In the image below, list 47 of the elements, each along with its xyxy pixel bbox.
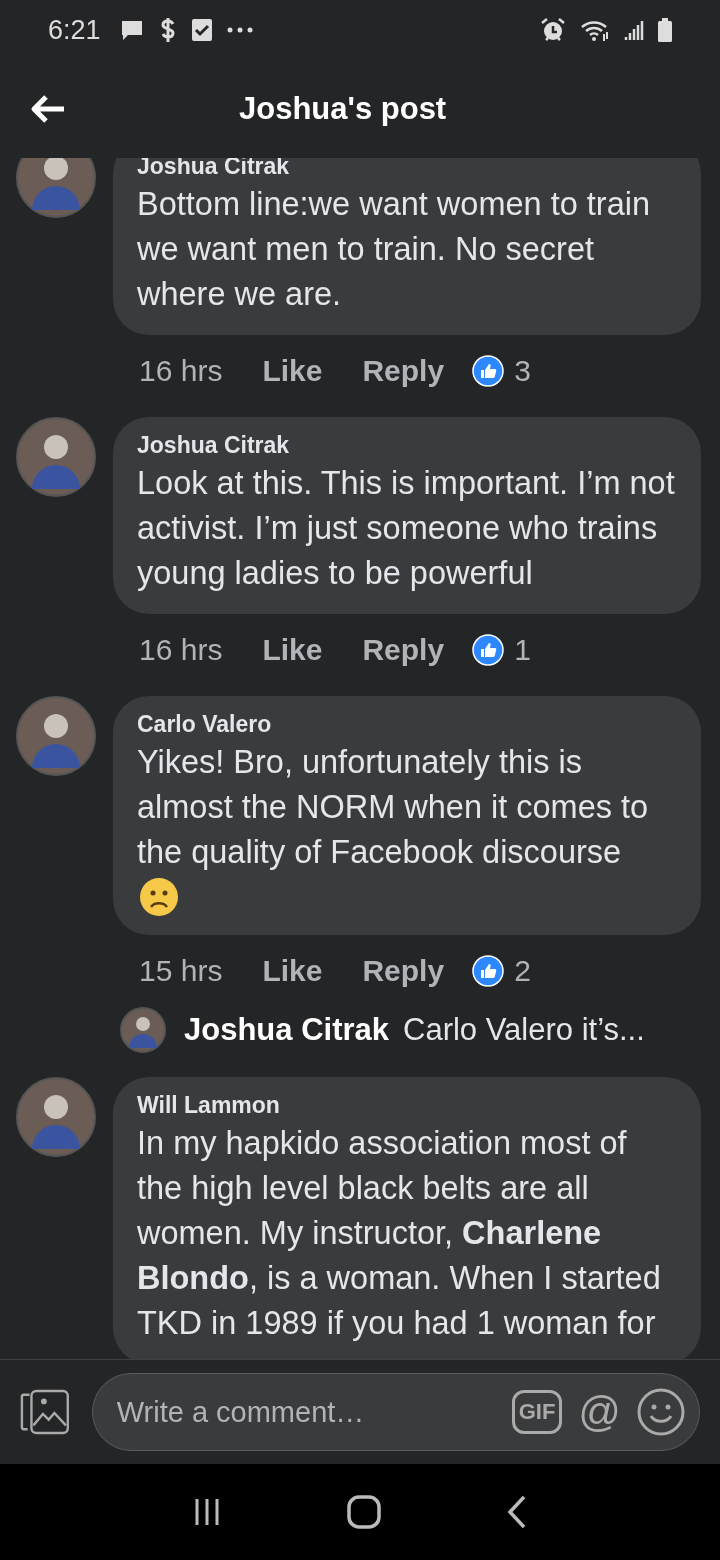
more-icon — [226, 26, 253, 34]
like-reaction-icon — [472, 355, 505, 387]
alarm-icon — [540, 17, 566, 43]
comment-author[interactable]: Will Lammon — [137, 1089, 280, 1121]
reply-link[interactable]: Reply — [362, 354, 445, 388]
back-arrow-icon[interactable] — [30, 94, 66, 124]
reply-link[interactable]: Reply — [362, 954, 445, 988]
avatar[interactable] — [16, 158, 96, 218]
like-link[interactable]: Like — [262, 633, 323, 667]
signal-icon — [624, 18, 644, 42]
wifi-icon — [580, 18, 610, 42]
emoji-icon[interactable] — [637, 1388, 685, 1436]
comment-author[interactable]: Joshua Citrak — [137, 429, 290, 461]
status-time: 6:21 — [48, 14, 101, 46]
comment-text: Look at this. This is important. I’m not activist. I’m just someone who trains young ladies to be powerful — [137, 464, 676, 593]
back-icon[interactable] — [505, 1495, 528, 1529]
reaction-count: 3 — [514, 354, 531, 388]
reaction-count: 1 — [514, 633, 531, 667]
avatar[interactable] — [16, 696, 96, 776]
avatar[interactable] — [16, 1077, 96, 1157]
frowning-face-icon — [139, 877, 179, 917]
like-reaction-icon — [472, 634, 505, 666]
like-reaction-icon — [472, 955, 505, 987]
gif-button[interactable]: GIF — [511, 1390, 563, 1434]
reaction-count: 2 — [514, 954, 531, 988]
mention-button[interactable]: @ — [578, 1391, 621, 1433]
home-icon[interactable] — [347, 1495, 381, 1529]
comment-text: Bottom line:we want women to train we want men to train. No secret where we are. — [137, 185, 652, 314]
reply-preview-text[interactable]: Carlo Valero it’s... — [403, 1012, 645, 1048]
comment-text: Yikes! Bro, unfortunately this is almost the NORM when it comes to the quality of Facebook discourse — [137, 743, 650, 872]
comment-author[interactable]: Carlo Valero — [137, 708, 272, 740]
comment-input[interactable]: Write a comment… GIF @ — [91, 1373, 700, 1451]
post-title: Joshua's post — [239, 91, 447, 127]
avatar[interactable] — [16, 417, 96, 497]
reply-author[interactable]: Joshua Citrak — [184, 1012, 389, 1048]
comment-time: 15 hrs — [139, 954, 223, 988]
avatar[interactable] — [120, 1007, 166, 1053]
checkbox-icon — [190, 18, 213, 42]
comment-author[interactable]: Joshua Citrak — [137, 158, 290, 182]
like-link[interactable]: Like — [262, 354, 323, 388]
battery-icon — [658, 18, 672, 42]
comment-time: 16 hrs — [139, 633, 223, 667]
comment-time: 16 hrs — [139, 354, 223, 388]
comment-text: In my hapkido association most of the high level black belts are all women. My instructor, Charlene Blondo, is a woman. When I started TKD in 1989 if you had 1 woman for — [137, 1124, 662, 1343]
reply-link[interactable]: Reply — [362, 633, 445, 667]
photo-icon[interactable] — [20, 1388, 70, 1436]
like-link[interactable]: Like — [262, 954, 323, 988]
